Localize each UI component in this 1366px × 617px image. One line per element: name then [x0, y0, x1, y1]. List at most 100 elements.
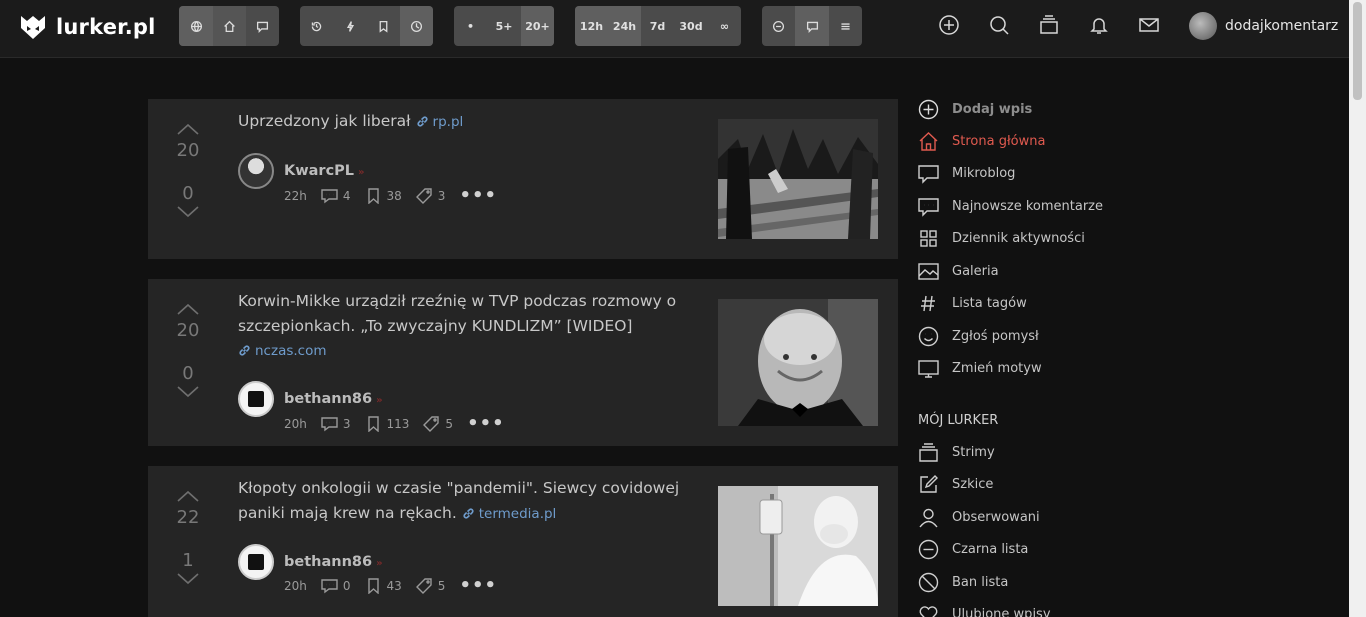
sidebar-item-drafts[interactable]: Szkice [918, 474, 993, 495]
sidebar-item-home[interactable]: Strona główna [918, 131, 1045, 152]
sort-history-button[interactable] [300, 6, 333, 46]
sort-saved-button[interactable] [367, 6, 400, 46]
downvote-button[interactable] [148, 204, 228, 223]
time-12h-button[interactable]: 12h [575, 6, 608, 46]
comments-link[interactable]: 3 [321, 416, 351, 432]
post-title-block: Uprzedzony jak liberał rp.pl [238, 109, 698, 135]
sidebar-item-tag-list[interactable]: Lista tagów [918, 293, 1027, 314]
sidebar-item-label: Dziennik aktywności [952, 231, 1085, 246]
post-title-link[interactable]: Kłopoty onkologii w czasie "pandemii". S… [238, 479, 679, 522]
page-scrollbar[interactable] [1349, 0, 1366, 617]
post-domain-link[interactable]: termedia.pl [462, 506, 557, 522]
link-icon [416, 116, 428, 127]
layout-comments-button[interactable] [795, 6, 829, 46]
heart-icon [919, 606, 938, 617]
post-domain: termedia.pl [478, 506, 557, 522]
search-button[interactable] [988, 14, 1010, 40]
upvote-button[interactable] [148, 121, 228, 140]
comments-link[interactable]: 0 [321, 578, 351, 594]
sort-hot-button[interactable] [333, 6, 367, 46]
post-thumbnail[interactable] [718, 119, 878, 239]
post-thumbnail[interactable] [718, 299, 878, 426]
size-20plus-button[interactable]: 20+ [521, 6, 554, 46]
sidebar-item-suggest-idea[interactable]: Zgłoś pomysł [918, 326, 1039, 347]
sidebar-item-add-post[interactable]: Dodaj wpis [918, 99, 1032, 120]
sidebar-item-activity-log[interactable]: Dziennik aktywności [918, 228, 1085, 249]
list-icon [841, 22, 850, 30]
author-name: bethann86» [284, 554, 383, 570]
sidebar-item-favorites[interactable]: Ulubione wpisy [918, 604, 1051, 617]
tag-count: 3 [437, 189, 446, 203]
save-button[interactable]: 43 [365, 578, 402, 594]
tags-button[interactable]: 5 [415, 578, 445, 594]
save-button[interactable]: 113 [365, 416, 410, 432]
chat-bubble-icon [806, 21, 818, 33]
comment-icon [321, 417, 338, 432]
post-thumbnail[interactable] [718, 486, 878, 606]
size-any-button[interactable]: • [454, 6, 487, 46]
scrollbar-thumb[interactable] [1353, 2, 1362, 100]
time-7d-button[interactable]: 7d [641, 6, 674, 46]
sort-recent-button[interactable] [400, 6, 433, 46]
more-options-button[interactable]: ••• [459, 577, 497, 595]
lurker-logo-icon [21, 16, 45, 39]
save-button[interactable]: 38 [365, 188, 402, 204]
messages-button[interactable] [1138, 14, 1160, 40]
upvote-button[interactable] [148, 488, 228, 507]
tags-button[interactable]: 3 [415, 188, 446, 204]
add-post-button[interactable] [938, 14, 960, 40]
time-30d-button[interactable]: 30d [674, 6, 708, 46]
monitor-icon [918, 360, 939, 378]
bookmark-icon [367, 416, 379, 432]
post-title-block: Korwin-Mikke urządził rzeźnię w TVP podc… [238, 289, 698, 364]
comments-link[interactable]: 4 [321, 188, 351, 204]
post-domain-link[interactable]: nczas.com [238, 339, 698, 364]
chevron-down-icon [177, 573, 199, 585]
post-title-link[interactable]: Korwin-Mikke urządził rzeźnię w TVP podc… [238, 289, 698, 339]
logo-link[interactable]: lurker.pl [18, 12, 156, 42]
layout-minus-button[interactable] [762, 6, 795, 46]
post-meta: 20h 0 43 5 ••• [284, 577, 511, 595]
sidebar-item-microblog[interactable]: Mikroblog [918, 163, 1015, 184]
downvote-button[interactable] [148, 571, 228, 590]
sidebar-item-followed[interactable]: Obserwowani [918, 507, 1040, 528]
post-domain-link[interactable]: rp.pl [416, 114, 463, 130]
sidebar-item-latest-comments[interactable]: Najnowsze komentarze [918, 196, 1103, 217]
more-options-button[interactable]: ••• [459, 187, 497, 205]
save-count: 113 [386, 417, 410, 431]
sidebar-item-label: Dodaj wpis [952, 102, 1033, 117]
upvote-button[interactable] [148, 301, 228, 320]
brand-name: lurker.pl [56, 15, 156, 39]
tags-button[interactable]: 5 [423, 416, 453, 432]
size-5plus-button[interactable]: 5+ [487, 6, 521, 46]
comment-dots-icon [918, 198, 939, 217]
post-author[interactable]: bethann86» [238, 544, 383, 580]
streams-button[interactable] [1038, 14, 1060, 40]
sidebar-item-blacklist[interactable]: Czarna lista [918, 539, 1028, 560]
filter-microblog-button[interactable] [246, 6, 279, 46]
sidebar-item-change-theme[interactable]: Zmień motyw [918, 358, 1042, 379]
user-icon [919, 508, 938, 528]
sidebar-item-streams[interactable]: Strimy [918, 442, 995, 463]
more-options-button[interactable]: ••• [467, 415, 505, 433]
link-icon [463, 508, 474, 519]
sidebar-item-gallery[interactable]: Galeria [918, 261, 999, 282]
filter-home-button[interactable] [213, 6, 246, 46]
user-avatar [1189, 12, 1217, 40]
time-all-button[interactable]: ∞ [708, 6, 741, 46]
user-menu[interactable]: dodajkomentarz [1189, 12, 1338, 40]
post-meta: 22h 4 38 3 ••• [284, 187, 511, 205]
sidebar-item-label: Ulubione wpisy [952, 607, 1051, 617]
post-author[interactable]: KwarcPL» [238, 153, 365, 189]
notifications-button[interactable] [1088, 14, 1110, 40]
filter-all-button[interactable] [179, 6, 213, 46]
post-title-link[interactable]: Uprzedzony jak liberał [238, 112, 411, 130]
layout-list-button[interactable] [829, 6, 862, 46]
crowd-photo-thumbnail [718, 119, 878, 239]
time-24h-button[interactable]: 24h [608, 6, 641, 46]
post-author[interactable]: bethann86» [238, 381, 383, 417]
downvote-button[interactable] [148, 384, 228, 403]
sidebar-item-ban-list[interactable]: Ban lista [918, 572, 1008, 593]
sidebar-item-label: Czarna lista [952, 542, 1029, 557]
view-filter-group [179, 6, 279, 46]
